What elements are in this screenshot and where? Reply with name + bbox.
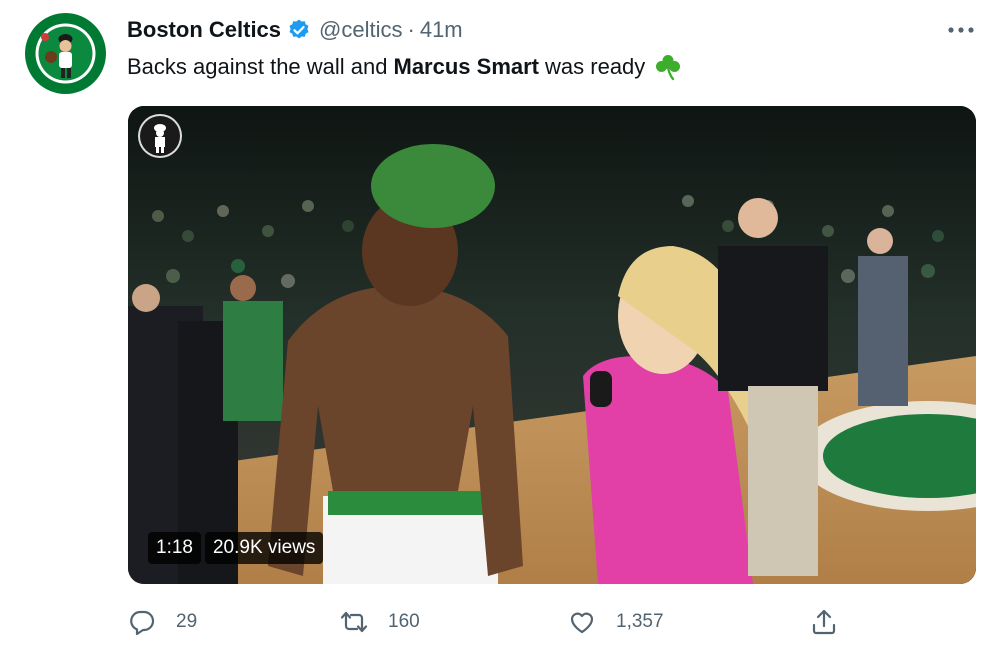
tweet-header: Boston Celtics @celtics · 41m (127, 14, 463, 46)
tweet-text: Backs against the wall and Marcus Smart … (127, 52, 683, 82)
more-options-button[interactable] (944, 18, 978, 42)
tweet-text-part1: Backs against the wall and (127, 54, 388, 79)
reply-count: 29 (176, 611, 198, 632)
celtics-logo-icon (25, 13, 106, 94)
heart-icon (570, 612, 594, 634)
retweet-icon (340, 611, 368, 633)
tweet-actions: 29 160 1,357 (128, 604, 848, 640)
share-icon (812, 609, 836, 635)
reply-button[interactable]: 29 (128, 604, 197, 640)
retweet-count: 160 (388, 611, 420, 632)
video-views: 20.9K views (204, 532, 324, 564)
timestamp[interactable]: 41m (420, 17, 463, 43)
video-player[interactable]: 1:18 20.9K views (128, 106, 976, 584)
video-thumbnail (128, 106, 976, 584)
share-button[interactable] (810, 604, 838, 640)
shamrock-icon (656, 55, 681, 81)
author-name[interactable]: Boston Celtics (127, 17, 281, 43)
tweet-text-bold: Marcus Smart (393, 54, 540, 79)
more-icon (948, 27, 974, 33)
like-button[interactable]: 1,357 (568, 604, 664, 640)
tweet-text-part2: was ready (545, 54, 646, 79)
separator-dot: · (407, 17, 415, 42)
like-count: 1,357 (616, 611, 664, 632)
verified-badge-icon (289, 19, 309, 39)
reply-icon (130, 610, 155, 636)
retweet-button[interactable]: 160 (340, 604, 420, 640)
avatar[interactable] (25, 13, 106, 94)
channel-watermark-icon (138, 114, 182, 158)
video-badges: 1:18 20.9K views (148, 532, 324, 564)
author-handle[interactable]: @celtics (319, 17, 402, 43)
video-duration: 1:18 (148, 532, 201, 564)
